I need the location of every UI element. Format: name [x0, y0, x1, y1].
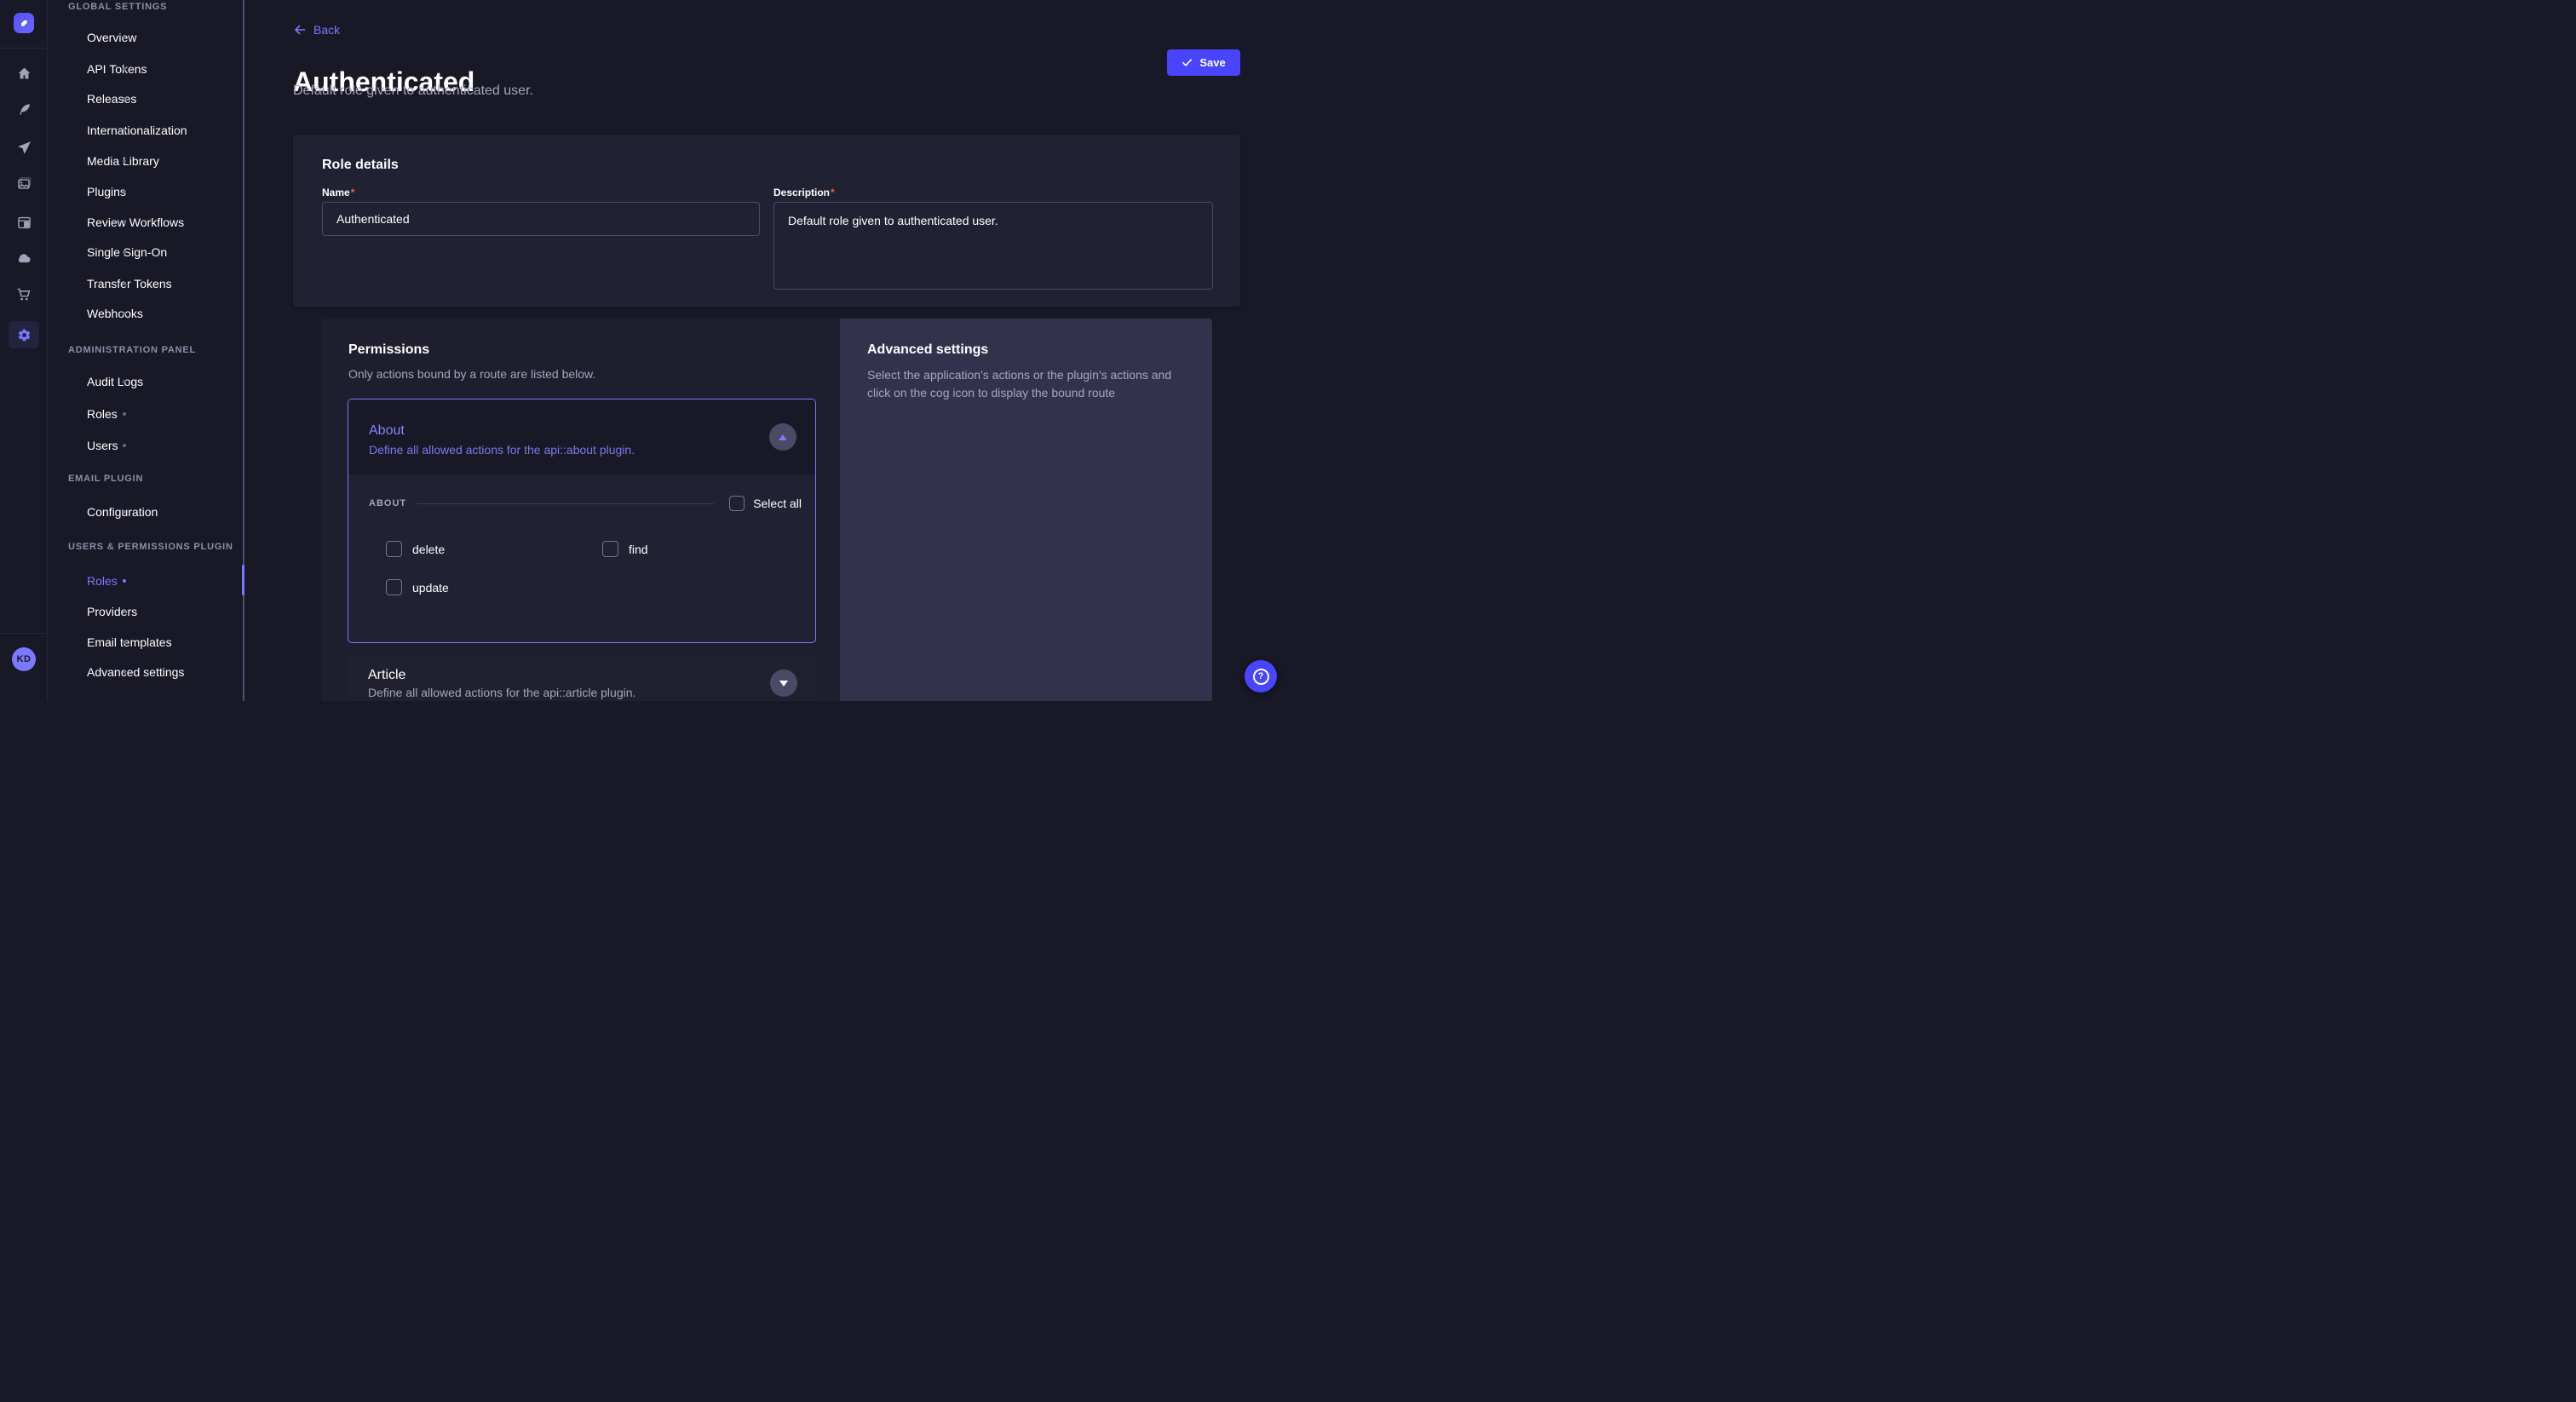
delete-label: delete [412, 543, 445, 556]
action-find: find [592, 541, 648, 557]
permissions-subtitle: Only actions bound by a route are listed… [348, 366, 595, 382]
sidebar-item-configuration[interactable]: Configuration [48, 503, 242, 520]
about-group-row: ABOUT Select all [369, 495, 802, 512]
sidebar-item-admin-roles[interactable]: Roles [48, 405, 242, 422]
sidebar-item-internationalization[interactable]: Internationalization [48, 122, 242, 139]
rail-media-button[interactable] [10, 170, 37, 197]
icon-rail: KD [0, 0, 48, 701]
permissions-panel: Permissions Only actions bound by a rout… [321, 319, 840, 701]
delete-checkbox[interactable] [386, 541, 402, 557]
accordion-about-description: Define all allowed actions for the api::… [369, 443, 635, 457]
sidebar-item-audit-logs[interactable]: Audit Logs [48, 373, 242, 390]
sidebar-item-releases[interactable]: Releases [48, 90, 242, 107]
rail-settings-button[interactable] [9, 321, 39, 348]
update-checkbox[interactable] [386, 579, 402, 595]
about-group-label: ABOUT [369, 498, 406, 509]
accordion-article-expand-button[interactable] [770, 669, 797, 697]
required-asterisk: * [351, 187, 355, 198]
description-textarea[interactable]: Default role given to authenticated user… [773, 202, 1213, 290]
rail-divider-top [0, 48, 48, 49]
sidebar-item-users[interactable]: Users [48, 437, 242, 454]
check-icon [1182, 57, 1193, 68]
save-label: Save [1199, 56, 1225, 69]
layout-icon [17, 215, 32, 230]
chevron-up-icon [779, 434, 787, 440]
home-icon [17, 66, 32, 81]
advanced-settings-title: Advanced settings [867, 342, 988, 358]
description-label: Description* [773, 187, 835, 198]
action-delete: delete [376, 541, 445, 557]
accordion-about-title: About [369, 423, 405, 439]
page-subtitle: Default role given to authenticated user… [293, 83, 533, 99]
send-icon [17, 141, 32, 155]
rail-layout-button[interactable] [10, 209, 37, 236]
select-all-checkbox[interactable] [729, 496, 745, 511]
permissions-title: Permissions [348, 342, 429, 358]
accordion-about: About Define all allowed actions for the… [348, 399, 816, 643]
accordion-article-description: Define all allowed actions for the api::… [368, 686, 635, 699]
rail-deploy-button[interactable] [10, 134, 37, 161]
arrow-left-icon [293, 23, 307, 37]
advanced-settings-description: Select the application's actions or the … [867, 366, 1182, 402]
media-images-icon [17, 176, 32, 191]
subnav-heading-administration: ADMINISTRATION PANEL [68, 344, 196, 356]
advanced-settings-panel: Advanced settings Select the application… [840, 319, 1212, 701]
sidebar-item-plugins[interactable]: Plugins [48, 183, 242, 200]
cloud-icon [16, 250, 32, 266]
chevron-down-icon [779, 681, 788, 687]
rail-home-button[interactable] [10, 60, 37, 87]
sidebar-item-review-workflows[interactable]: Review Workflows [48, 214, 242, 231]
name-input[interactable] [322, 202, 760, 236]
sidebar-item-api-tokens[interactable]: API Tokens [48, 60, 242, 78]
back-link[interactable]: Back [293, 23, 340, 37]
accordion-article[interactable]: Article Define all allowed actions for t… [348, 656, 816, 701]
rail-divider-bottom [0, 633, 48, 634]
accordion-about-header[interactable] [348, 399, 815, 474]
required-asterisk: * [831, 187, 835, 198]
role-details-card: Role details Name* Description* Default … [293, 135, 1240, 307]
sidebar-item-overview[interactable]: Overview [48, 29, 242, 46]
strapi-settings-roles-page: KD GLOBAL SETTINGS Overview API Tokens R… [0, 0, 1288, 701]
update-label: update [412, 581, 449, 595]
subnav-heading-email-plugin: EMAIL PLUGIN [68, 473, 143, 485]
strapi-logo[interactable] [14, 13, 34, 33]
sidebar-item-advanced-settings[interactable]: Advanced settings [48, 664, 242, 681]
settings-subnav: GLOBAL SETTINGS Overview API Tokens Rele… [48, 0, 244, 701]
subnav-heading-users-permissions: USERS & PERMISSIONS PLUGIN [68, 541, 233, 553]
feather-icon [17, 102, 32, 117]
name-label: Name* [322, 187, 354, 198]
rail-cloud-button[interactable] [10, 244, 37, 272]
accordion-article-title: Article [368, 668, 405, 683]
question-mark-icon: ? [1253, 669, 1269, 685]
description-label-text: Description [773, 187, 830, 198]
find-checkbox[interactable] [602, 541, 618, 557]
select-all-label: Select all [753, 497, 802, 510]
sidebar-item-webhooks[interactable]: Webhooks [48, 305, 242, 322]
name-label-text: Name [322, 187, 350, 198]
help-button[interactable]: ? [1245, 660, 1277, 692]
sidebar-item-transfer-tokens[interactable]: Transfer Tokens [48, 275, 242, 292]
save-button[interactable]: Save [1167, 49, 1240, 76]
subnav-scrollbar-thumb[interactable] [242, 565, 244, 595]
subnav-heading-global: GLOBAL SETTINGS [68, 1, 167, 13]
strapi-logo-icon [17, 16, 31, 30]
action-update: update [376, 579, 449, 595]
accordion-about-collapse-button[interactable] [769, 423, 796, 451]
group-divider-line [417, 503, 714, 504]
back-label: Back [313, 23, 340, 37]
sidebar-item-email-templates[interactable]: Email templates [48, 634, 242, 651]
role-details-title: Role details [322, 158, 399, 173]
user-avatar[interactable]: KD [12, 647, 36, 671]
subnav-scrollbar-track [243, 0, 244, 701]
sidebar-item-media-library[interactable]: Media Library [48, 152, 242, 170]
sidebar-item-single-sign-on[interactable]: Single Sign-On [48, 244, 242, 261]
rail-marketplace-button[interactable] [10, 281, 37, 308]
settings-gear-icon [17, 328, 32, 342]
sidebar-item-providers[interactable]: Providers [48, 603, 242, 620]
find-label: find [629, 543, 648, 556]
cart-icon [16, 287, 32, 302]
rail-content-button[interactable] [10, 95, 37, 123]
sidebar-item-up-roles[interactable]: Roles [48, 572, 242, 589]
